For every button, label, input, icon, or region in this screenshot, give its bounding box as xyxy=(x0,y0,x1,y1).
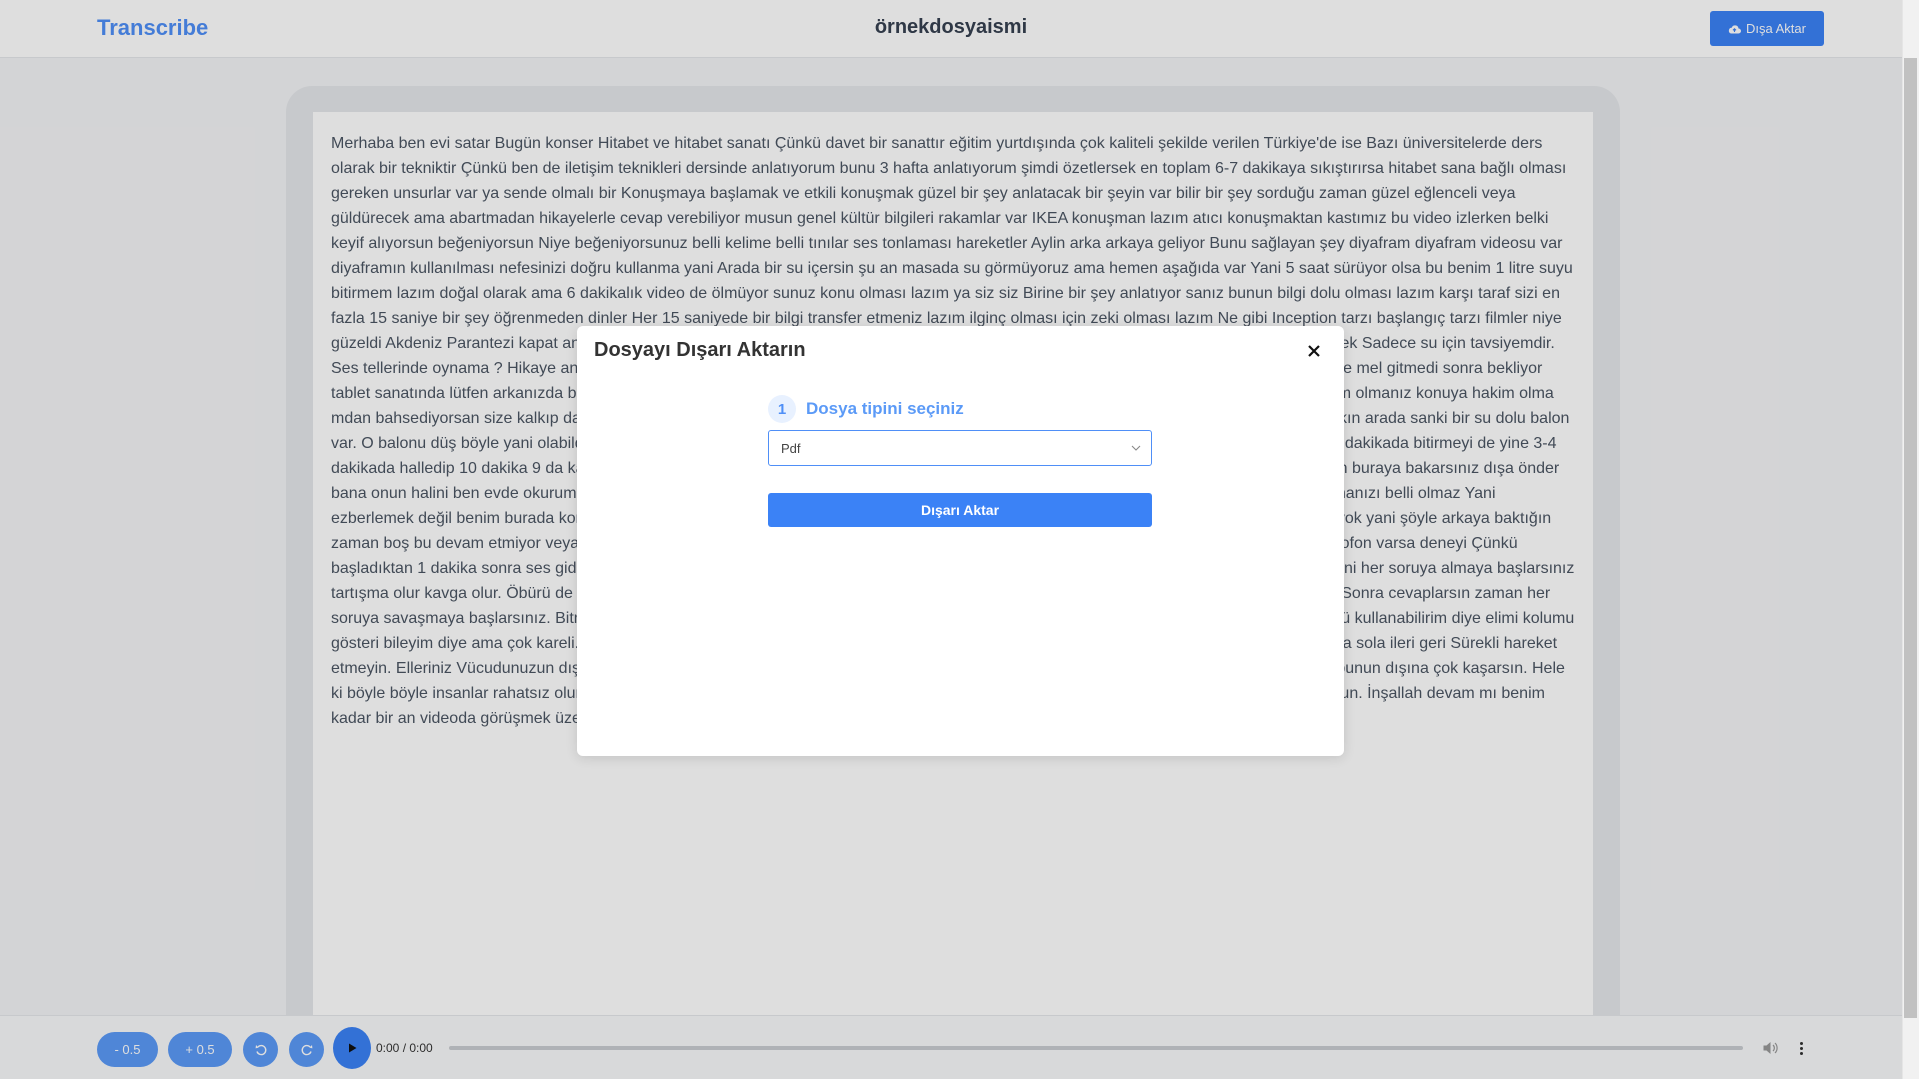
export-dialog: Dosyayı Dışarı Aktarın 1 Dosya tipini se… xyxy=(577,326,1344,756)
step-number: 1 xyxy=(768,395,796,423)
dialog-title: Dosyayı Dışarı Aktarın xyxy=(594,339,806,361)
file-type-select[interactable]: Pdf xyxy=(768,430,1152,466)
chevron-down-icon xyxy=(1131,445,1141,451)
step-indicator: 1 Dosya tipini seçiniz xyxy=(768,395,964,423)
selected-file-type: Pdf xyxy=(781,440,801,456)
scrollbar-thumb[interactable] xyxy=(1904,58,1917,1018)
close-icon xyxy=(1308,345,1320,357)
step-label: Dosya tipini seçiniz xyxy=(806,399,964,418)
close-button[interactable] xyxy=(1303,340,1325,362)
export-submit-button[interactable]: Dışarı Aktar xyxy=(768,493,1152,527)
